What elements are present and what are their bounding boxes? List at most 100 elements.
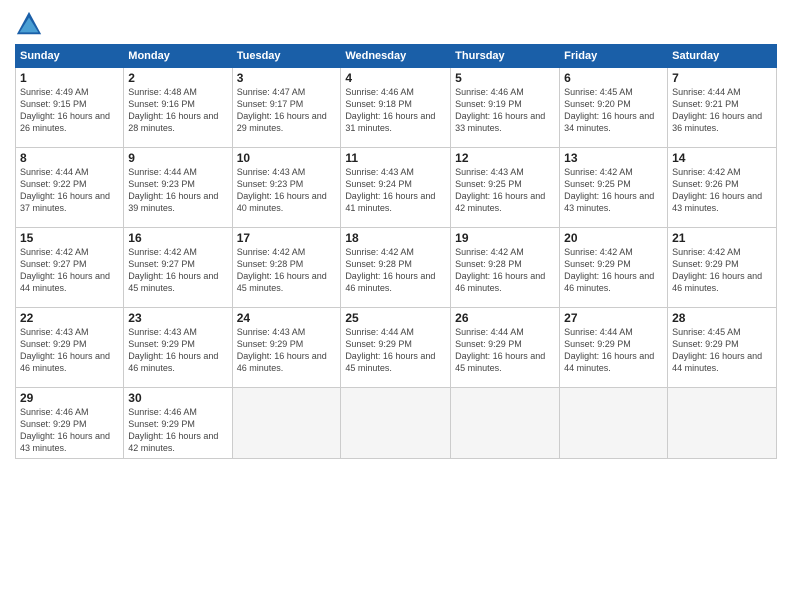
day-info: Sunrise: 4:43 AMSunset: 9:29 PMDaylight:… [237,326,337,375]
day-info: Sunrise: 4:46 AMSunset: 9:18 PMDaylight:… [345,86,446,135]
day-number: 23 [128,311,227,325]
day-info: Sunrise: 4:42 AMSunset: 9:26 PMDaylight:… [672,166,772,215]
table-row [560,388,668,459]
table-row: 6Sunrise: 4:45 AMSunset: 9:20 PMDaylight… [560,68,668,148]
table-row: 20Sunrise: 4:42 AMSunset: 9:29 PMDayligh… [560,228,668,308]
logo [15,10,47,38]
day-info: Sunrise: 4:43 AMSunset: 9:24 PMDaylight:… [345,166,446,215]
table-row: 27Sunrise: 4:44 AMSunset: 9:29 PMDayligh… [560,308,668,388]
day-info: Sunrise: 4:42 AMSunset: 9:27 PMDaylight:… [20,246,119,295]
day-number: 10 [237,151,337,165]
day-number: 9 [128,151,227,165]
day-info: Sunrise: 4:42 AMSunset: 9:28 PMDaylight:… [345,246,446,295]
col-friday: Friday [560,45,668,68]
day-info: Sunrise: 4:43 AMSunset: 9:25 PMDaylight:… [455,166,555,215]
calendar-row: 15Sunrise: 4:42 AMSunset: 9:27 PMDayligh… [16,228,777,308]
day-number: 21 [672,231,772,245]
day-number: 14 [672,151,772,165]
day-number: 30 [128,391,227,405]
table-row: 29Sunrise: 4:46 AMSunset: 9:29 PMDayligh… [16,388,124,459]
day-info: Sunrise: 4:42 AMSunset: 9:27 PMDaylight:… [128,246,227,295]
day-info: Sunrise: 4:44 AMSunset: 9:21 PMDaylight:… [672,86,772,135]
day-number: 22 [20,311,119,325]
table-row: 4Sunrise: 4:46 AMSunset: 9:18 PMDaylight… [341,68,451,148]
day-info: Sunrise: 4:46 AMSunset: 9:29 PMDaylight:… [128,406,227,455]
table-row: 19Sunrise: 4:42 AMSunset: 9:28 PMDayligh… [451,228,560,308]
col-tuesday: Tuesday [232,45,341,68]
day-number: 15 [20,231,119,245]
day-number: 18 [345,231,446,245]
day-info: Sunrise: 4:44 AMSunset: 9:23 PMDaylight:… [128,166,227,215]
day-number: 8 [20,151,119,165]
day-info: Sunrise: 4:42 AMSunset: 9:29 PMDaylight:… [564,246,663,295]
calendar-row: 22 Sunrise: 4:43 AMSunset: 9:29 PMDayligh… [16,308,777,388]
day-info: Sunrise: 4:45 AMSunset: 9:29 PMDaylight:… [672,326,772,375]
table-row: 14Sunrise: 4:42 AMSunset: 9:26 PMDayligh… [668,148,777,228]
table-row [668,388,777,459]
day-number: 29 [20,391,119,405]
day-number: 24 [237,311,337,325]
table-row: 8Sunrise: 4:44 AMSunset: 9:22 PMDaylight… [16,148,124,228]
page: Sunday Monday Tuesday Wednesday Thursday… [0,0,792,612]
day-number: 1 [20,71,119,85]
day-number: 7 [672,71,772,85]
day-info: Sunrise: 4:42 AMSunset: 9:25 PMDaylight:… [564,166,663,215]
logo-icon [15,10,43,38]
table-row [451,388,560,459]
day-number: 28 [672,311,772,325]
table-row: 2Sunrise: 4:48 AMSunset: 9:16 PMDaylight… [124,68,232,148]
table-row [232,388,341,459]
table-row: 25Sunrise: 4:44 AMSunset: 9:29 PMDayligh… [341,308,451,388]
day-info: Sunrise: 4:42 AMSunset: 9:28 PMDaylight:… [455,246,555,295]
day-info: Sunrise: 4:47 AMSunset: 9:17 PMDaylight:… [237,86,337,135]
calendar-row: 29Sunrise: 4:46 AMSunset: 9:29 PMDayligh… [16,388,777,459]
day-info: Sunrise: 4:44 AMSunset: 9:22 PMDaylight:… [20,166,119,215]
col-monday: Monday [124,45,232,68]
table-row: 12Sunrise: 4:43 AMSunset: 9:25 PMDayligh… [451,148,560,228]
day-number: 19 [455,231,555,245]
day-number: 27 [564,311,663,325]
day-number: 11 [345,151,446,165]
day-number: 2 [128,71,227,85]
day-number: 12 [455,151,555,165]
day-info: Sunrise: 4:46 AMSunset: 9:19 PMDaylight:… [455,86,555,135]
day-info: Sunrise: 4:42 AMSunset: 9:28 PMDaylight:… [237,246,337,295]
day-number: 3 [237,71,337,85]
calendar-header-row: Sunday Monday Tuesday Wednesday Thursday… [16,45,777,68]
day-info: Sunrise: 4:42 AMSunset: 9:29 PMDaylight:… [672,246,772,295]
table-row: 22Sunrise: 4:43 AMSunset: 9:29 PMDayligh… [16,308,124,388]
calendar: Sunday Monday Tuesday Wednesday Thursday… [15,44,777,459]
day-number: 17 [237,231,337,245]
calendar-row: 8Sunrise: 4:44 AMSunset: 9:22 PMDaylight… [16,148,777,228]
table-row: 24Sunrise: 4:43 AMSunset: 9:29 PMDayligh… [232,308,341,388]
day-info: Sunrise: 4:46 AMSunset: 9:29 PMDaylight:… [20,406,119,455]
day-info: Sunrise: 4:43 AMSunset: 9:23 PMDaylight:… [237,166,337,215]
day-number: 25 [345,311,446,325]
table-row: 13Sunrise: 4:42 AMSunset: 9:25 PMDayligh… [560,148,668,228]
table-row: 18Sunrise: 4:42 AMSunset: 9:28 PMDayligh… [341,228,451,308]
day-number: 16 [128,231,227,245]
table-row: 10Sunrise: 4:43 AMSunset: 9:23 PMDayligh… [232,148,341,228]
day-number: 26 [455,311,555,325]
table-row: 7Sunrise: 4:44 AMSunset: 9:21 PMDaylight… [668,68,777,148]
table-row: 5Sunrise: 4:46 AMSunset: 9:19 PMDaylight… [451,68,560,148]
table-row: 1Sunrise: 4:49 AMSunset: 9:15 PMDaylight… [16,68,124,148]
calendar-row: 1Sunrise: 4:49 AMSunset: 9:15 PMDaylight… [16,68,777,148]
col-thursday: Thursday [451,45,560,68]
day-number: 6 [564,71,663,85]
col-wednesday: Wednesday [341,45,451,68]
day-number: 20 [564,231,663,245]
day-info: Sunrise: 4:43 AMSunset: 9:29 PMDaylight:… [128,326,227,375]
day-info: Sunrise: 4:44 AMSunset: 9:29 PMDaylight:… [345,326,446,375]
table-row: 28Sunrise: 4:45 AMSunset: 9:29 PMDayligh… [668,308,777,388]
table-row: 23Sunrise: 4:43 AMSunset: 9:29 PMDayligh… [124,308,232,388]
table-row: 21Sunrise: 4:42 AMSunset: 9:29 PMDayligh… [668,228,777,308]
day-number: 13 [564,151,663,165]
col-sunday: Sunday [16,45,124,68]
day-number: 4 [345,71,446,85]
table-row: 15Sunrise: 4:42 AMSunset: 9:27 PMDayligh… [16,228,124,308]
day-info: Sunrise: 4:45 AMSunset: 9:20 PMDaylight:… [564,86,663,135]
table-row: 3Sunrise: 4:47 AMSunset: 9:17 PMDaylight… [232,68,341,148]
table-row: 17Sunrise: 4:42 AMSunset: 9:28 PMDayligh… [232,228,341,308]
table-row [341,388,451,459]
